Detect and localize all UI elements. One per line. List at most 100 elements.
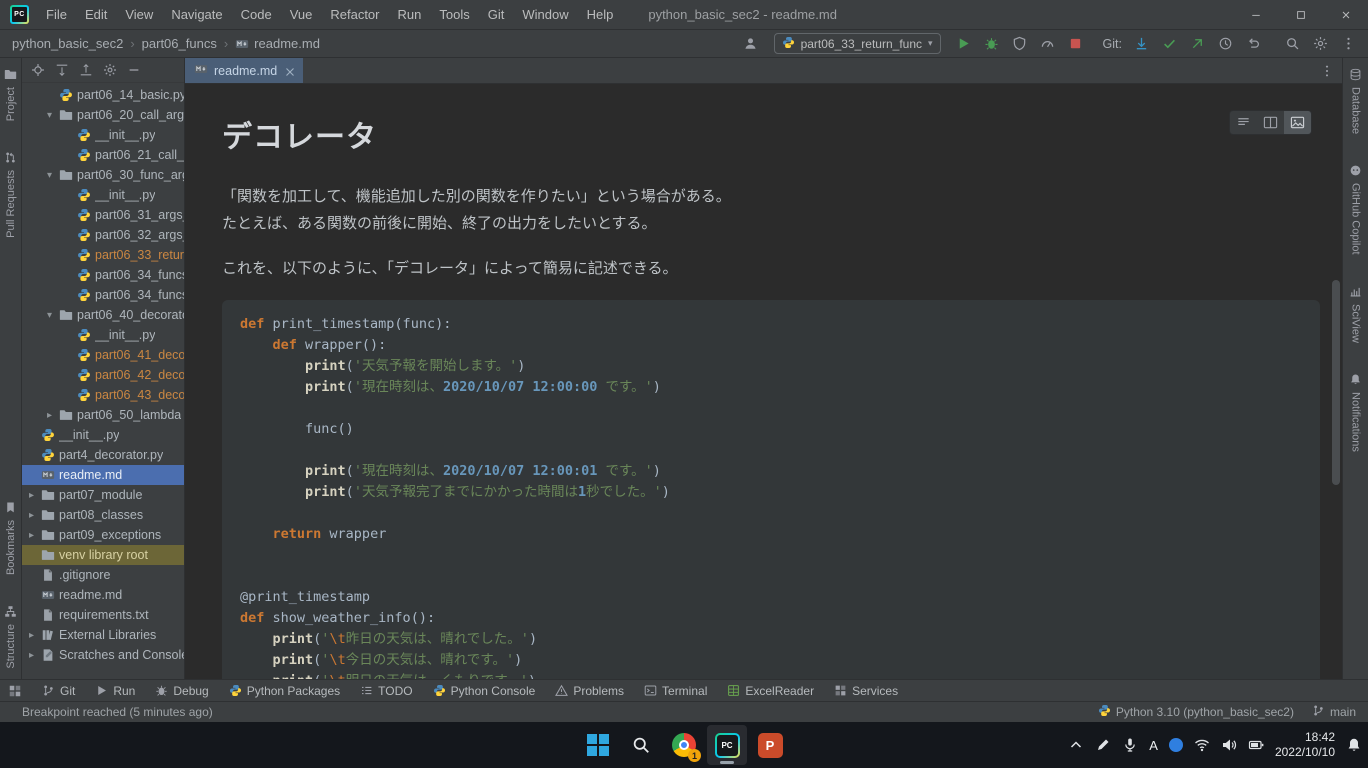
collapse-all-button[interactable]: [79, 63, 93, 77]
mic-icon[interactable]: [1122, 737, 1138, 753]
tree-file-init-py[interactable]: __init__.py: [22, 125, 184, 145]
chevron-right-icon[interactable]: ▸: [26, 650, 37, 661]
menu-run[interactable]: Run: [389, 0, 431, 30]
tree-file-readme-md[interactable]: readme.md: [22, 465, 184, 485]
tree-file-part06-43-deco-den[interactable]: part06_43_deco_den: [22, 385, 184, 405]
chevron-down-icon[interactable]: ▾: [44, 170, 55, 181]
commit-button[interactable]: [1157, 33, 1181, 55]
tool-window-services[interactable]: Services: [824, 680, 908, 702]
show-editor-button[interactable]: [1230, 111, 1257, 134]
tool-window-debug[interactable]: Debug: [145, 680, 218, 702]
tool-window-todo[interactable]: TODO: [350, 680, 422, 702]
debug-button[interactable]: [980, 33, 1004, 55]
menu-navigate[interactable]: Navigate: [162, 0, 231, 30]
tree-file-part06-31-args-are-t[interactable]: part06_31_args_are_t: [22, 205, 184, 225]
tree-file-gitignore[interactable]: .gitignore: [22, 565, 184, 585]
tool-stripe-sciview[interactable]: SciView: [1349, 285, 1362, 343]
menu-window[interactable]: Window: [513, 0, 577, 30]
menu-edit[interactable]: Edit: [76, 0, 116, 30]
menu-refactor[interactable]: Refactor: [321, 0, 388, 30]
tree-file-part06-21-call-args[interactable]: part06_21_call_args_: [22, 145, 184, 165]
volume-icon[interactable]: [1221, 737, 1237, 753]
tool-stripe-project[interactable]: Project: [4, 68, 17, 121]
tree-folder-part08-classes[interactable]: ▸part08_classes: [22, 505, 184, 525]
chevron-down-icon[interactable]: ▾: [44, 310, 55, 321]
tool-stripe-notifications[interactable]: Notifications: [1349, 373, 1362, 452]
tree-file-part06-32-args-are-t[interactable]: part06_32_args_are_t: [22, 225, 184, 245]
menu-tools[interactable]: Tools: [430, 0, 478, 30]
tool-stripe-structure[interactable]: Structure: [4, 605, 17, 669]
menu-view[interactable]: View: [116, 0, 162, 30]
tool-window-excelreader[interactable]: ExcelReader: [717, 680, 824, 702]
tree-folder-venv-library-root[interactable]: venv library root: [22, 545, 184, 565]
more-options-button[interactable]: [1336, 33, 1360, 55]
python-interpreter-widget[interactable]: Python 3.10 (python_basic_sec2): [1098, 704, 1294, 720]
tree-file-part06-41-deco-den[interactable]: part06_41_deco_den: [22, 345, 184, 365]
breadcrumb-item-readme-md[interactable]: readme.md: [235, 36, 320, 51]
menu-git[interactable]: Git: [479, 0, 514, 30]
run-button[interactable]: [952, 33, 976, 55]
chevron-right-icon[interactable]: ▸: [26, 510, 37, 521]
tree-folder-part06-50-lambda[interactable]: ▸part06_50_lambda: [22, 405, 184, 425]
settings-button[interactable]: [1308, 33, 1332, 55]
tree-file-part06-34-funcs-in[interactable]: part06_34_funcs_in_: [22, 265, 184, 285]
start-taskbar-button[interactable]: [578, 725, 618, 765]
tree-file-part06-33-return-fu[interactable]: part06_33_return_fu: [22, 245, 184, 265]
tray-app-icon[interactable]: [1169, 738, 1183, 752]
tree-file-scratches-and-consoles[interactable]: ▸Scratches and Consoles: [22, 645, 184, 665]
profile-button[interactable]: [1036, 33, 1060, 55]
breadcrumb-item-part06-funcs[interactable]: part06_funcs: [142, 36, 217, 51]
breadcrumb-item-python-basic-sec2[interactable]: python_basic_sec2: [12, 36, 123, 51]
tool-window-python-console[interactable]: Python Console: [423, 680, 546, 702]
tree-file-external-libraries[interactable]: ▸External Libraries: [22, 625, 184, 645]
git-branch-widget[interactable]: main: [1312, 704, 1356, 720]
tree-folder-part06-20-call-args-kwa[interactable]: ▾part06_20_call_args_kwa: [22, 105, 184, 125]
tool-stripe-pull-requests[interactable]: Pull Requests: [4, 151, 17, 238]
pycharm-taskbar-button[interactable]: PC: [707, 725, 747, 765]
expand-all-button[interactable]: [55, 63, 69, 77]
pen-icon[interactable]: [1095, 737, 1111, 753]
battery-icon[interactable]: [1248, 737, 1264, 753]
tool-stripe-database[interactable]: Database: [1349, 68, 1362, 134]
tab-readme-md[interactable]: readme.md: [185, 58, 303, 83]
chevron-right-icon[interactable]: ▸: [26, 530, 37, 541]
minimize-button[interactable]: [1233, 0, 1278, 30]
chrome-taskbar-button[interactable]: 1: [664, 725, 704, 765]
notification-bell-icon[interactable]: [1346, 737, 1362, 753]
run-config-selector[interactable]: part06_33_return_func ▾: [774, 33, 941, 54]
tree-folder-part06-30-func-args-an[interactable]: ▾part06_30_func_args_an: [22, 165, 184, 185]
update-project-button[interactable]: [1129, 33, 1153, 55]
tree-file-init-py[interactable]: __init__.py: [22, 325, 184, 345]
close-tab-icon[interactable]: [283, 65, 294, 76]
tree-file-part4-decorator-py[interactable]: part4_decorator.py: [22, 445, 184, 465]
tool-window-terminal[interactable]: Terminal: [634, 680, 717, 702]
tool-window-problems[interactable]: Problems: [545, 680, 634, 702]
tree-file-init-py[interactable]: __init__.py: [22, 425, 184, 445]
tree-file-readme-md[interactable]: readme.md: [22, 585, 184, 605]
chevron-right-icon[interactable]: ▸: [26, 490, 37, 501]
menu-file[interactable]: File: [37, 0, 76, 30]
editor-scrollbar[interactable]: [1332, 280, 1340, 485]
tree-file-init-py[interactable]: __init__.py: [22, 185, 184, 205]
tree-folder-part09-exceptions[interactable]: ▸part09_exceptions: [22, 525, 184, 545]
chevron-right-icon[interactable]: ▸: [26, 630, 37, 641]
search-everywhere-button[interactable]: [1280, 33, 1304, 55]
tree-folder-part06-40-decorator[interactable]: ▾part06_40_decorator: [22, 305, 184, 325]
tree-file-part06-14-basic-py[interactable]: part06_14_basic.py: [22, 85, 184, 105]
powerpoint-taskbar-button[interactable]: P: [750, 725, 790, 765]
rollback-button[interactable]: [1241, 33, 1265, 55]
collaborate-button[interactable]: [739, 33, 763, 55]
close-button[interactable]: [1323, 0, 1368, 30]
project-options-button[interactable]: [103, 63, 117, 77]
wifi-icon[interactable]: [1194, 737, 1210, 753]
run-with-coverage-button[interactable]: [1008, 33, 1032, 55]
menu-vue[interactable]: Vue: [281, 0, 322, 30]
tree-file-requirements-txt[interactable]: requirements.txt: [22, 605, 184, 625]
tab-options-kebab-icon[interactable]: [1320, 64, 1334, 78]
stop-button[interactable]: [1064, 33, 1088, 55]
tool-window-switcher-icon[interactable]: [8, 684, 22, 698]
chevron-right-icon[interactable]: ▸: [44, 410, 55, 421]
ime-indicator[interactable]: A: [1149, 738, 1158, 753]
tool-window-run[interactable]: Run: [85, 680, 145, 702]
chevron-down-icon[interactable]: ▾: [44, 110, 55, 121]
